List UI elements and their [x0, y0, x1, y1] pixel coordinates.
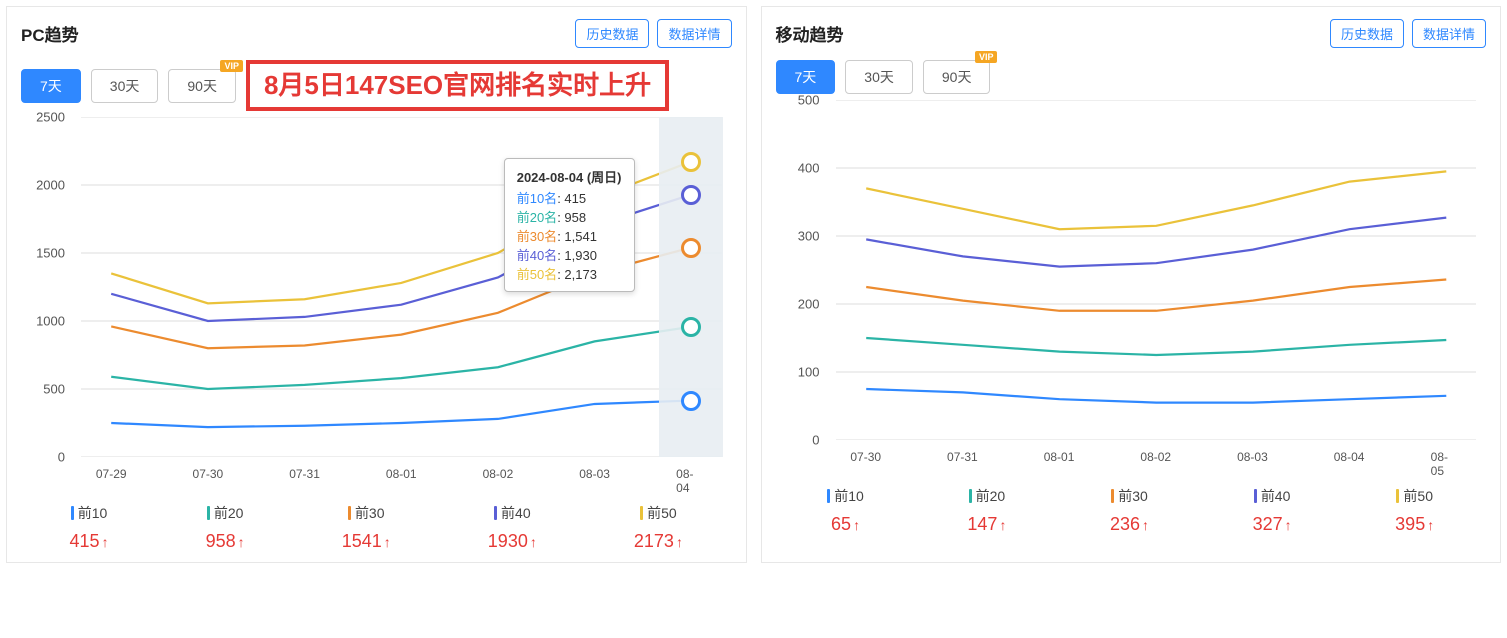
legend-item: 前40 1930↑	[488, 503, 537, 552]
range-30d-button[interactable]: 30天	[91, 69, 159, 103]
chart-marker	[681, 391, 701, 411]
legend-item: 前20 958↑	[206, 503, 245, 552]
tooltip-row: 前10名: 415	[517, 188, 622, 207]
range-30d-button[interactable]: 30天	[845, 60, 913, 94]
legend-item: 前50 2173↑	[634, 503, 683, 552]
tooltip-row: 前40名: 1,930	[517, 245, 622, 264]
up-arrow-icon: ↑	[999, 517, 1006, 533]
up-arrow-icon: ↑	[384, 534, 391, 550]
legend-item: 前10 65↑	[827, 486, 864, 535]
tooltip-title: 2024-08-04 (周日)	[517, 167, 622, 186]
up-arrow-icon: ↑	[238, 534, 245, 550]
chart-marker	[681, 185, 701, 205]
mobile-chart[interactable]: 0100200300400500 07-3007-3108-0108-0208-…	[776, 100, 1487, 470]
up-arrow-icon: ↑	[1285, 517, 1292, 533]
pc-trend-panel: PC趋势 历史数据 数据详情 7天 30天 90天 8月5日147SEO官网排名…	[6, 6, 747, 563]
chart-marker	[681, 152, 701, 172]
tooltip-row: 前50名: 2,173	[517, 264, 622, 283]
legend-item: 前50 395↑	[1395, 486, 1434, 535]
legend-item: 前40 327↑	[1253, 486, 1292, 535]
range-90d-button[interactable]: 90天	[168, 69, 236, 103]
up-arrow-icon: ↑	[530, 534, 537, 550]
range-90d-button[interactable]: 90天	[923, 60, 991, 94]
detail-button[interactable]: 数据详情	[657, 19, 731, 48]
detail-button[interactable]: 数据详情	[1412, 19, 1486, 48]
chart-marker	[681, 317, 701, 337]
panel-title-pc: PC趋势	[21, 21, 79, 46]
legend-item: 前30 236↑	[1110, 486, 1149, 535]
panel-title-mobile: 移动趋势	[776, 21, 844, 46]
chart-marker	[681, 238, 701, 258]
mobile-trend-panel: 移动趋势 历史数据 数据详情 7天 30天 90天 01002003004005…	[761, 6, 1502, 563]
up-arrow-icon: ↑	[102, 534, 109, 550]
legend-item: 前20 147↑	[967, 486, 1006, 535]
pc-legend: 前10 415↑ 前20 958↑ 前30 1541↑ 前40 1930↑ 前50 21…	[21, 503, 732, 552]
legend-item: 前10 415↑	[70, 503, 109, 552]
tooltip-row: 前30名: 1,541	[517, 226, 622, 245]
up-arrow-icon: ↑	[853, 517, 860, 533]
range-7d-button[interactable]: 7天	[776, 60, 836, 94]
range-7d-button[interactable]: 7天	[21, 69, 81, 103]
history-button[interactable]: 历史数据	[575, 19, 649, 48]
up-arrow-icon: ↑	[1142, 517, 1149, 533]
history-button[interactable]: 历史数据	[1330, 19, 1404, 48]
chart-tooltip: 2024-08-04 (周日) 前10名: 415前20名: 958前30名: …	[504, 158, 635, 292]
pc-chart[interactable]: 05001000150020002500 2024-08-04 (周日) 前10…	[21, 117, 732, 487]
annotation-banner: 8月5日147SEO官网排名实时上升	[246, 60, 669, 111]
tooltip-row: 前20名: 958	[517, 207, 622, 226]
mobile-legend: 前10 65↑ 前20 147↑ 前30 236↑ 前40 327↑ 前50 395↑	[776, 486, 1487, 535]
up-arrow-icon: ↑	[1427, 517, 1434, 533]
legend-item: 前30 1541↑	[342, 503, 391, 552]
up-arrow-icon: ↑	[676, 534, 683, 550]
